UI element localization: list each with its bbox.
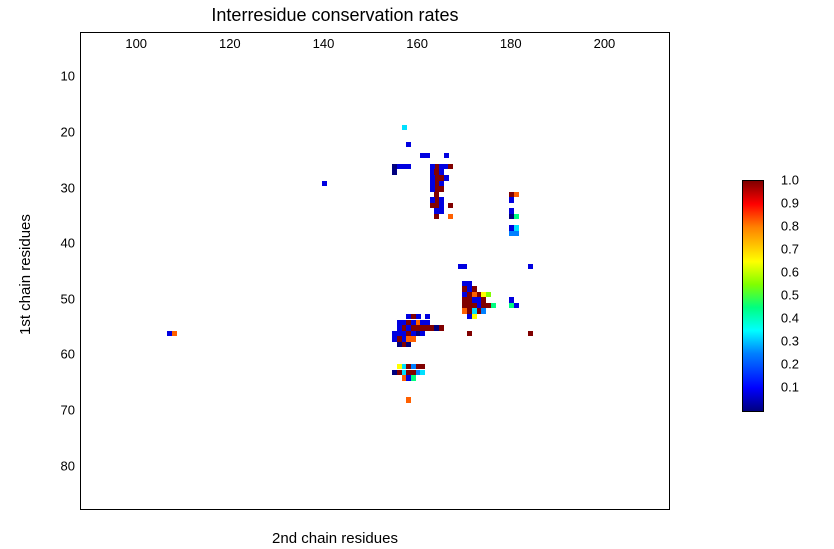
x-tick: 180 <box>500 36 522 51</box>
heatmap-cell <box>444 175 449 181</box>
heatmap-cell <box>406 342 411 348</box>
heatmap-cell <box>411 375 416 381</box>
colorbar-tick: 0.9 <box>781 196 799 211</box>
y-axis-label: 1st chain residues <box>18 0 33 549</box>
plot-area <box>80 32 670 510</box>
heatmap-cell <box>481 308 486 314</box>
heatmap-cell <box>462 264 467 270</box>
heatmap-cell <box>528 331 533 337</box>
heatmap-cell <box>425 153 430 159</box>
y-tick: 30 <box>55 180 75 195</box>
heatmap-cell <box>420 370 425 376</box>
heatmap-chart: Interresidue conservation rates 1st chai… <box>0 0 834 549</box>
heatmap-cell <box>448 203 453 209</box>
heatmap-cell <box>439 208 444 214</box>
heatmap-cell <box>406 142 411 148</box>
heatmap-cell <box>467 331 472 337</box>
colorbar-tick: 0.1 <box>781 380 799 395</box>
heatmap-cell <box>406 164 411 170</box>
y-tick: 10 <box>55 69 75 84</box>
y-tick: 40 <box>55 236 75 251</box>
heatmap-cell <box>430 186 435 192</box>
chart-title: Interresidue conservation rates <box>0 5 670 26</box>
y-tick: 50 <box>55 291 75 306</box>
colorbar-tick: 1.0 <box>781 173 799 188</box>
colorbar-tick: 0.3 <box>781 334 799 349</box>
heatmap-cell <box>491 303 496 309</box>
heatmap-cell <box>509 197 514 203</box>
x-tick: 200 <box>594 36 616 51</box>
colorbar-tick: 0.7 <box>781 242 799 257</box>
heatmap-cell <box>172 331 177 337</box>
heatmap-cell <box>514 214 519 220</box>
heatmap-cell <box>448 214 453 220</box>
y-tick: 60 <box>55 347 75 362</box>
heatmap-cell <box>514 231 519 237</box>
heatmap-cell <box>472 314 477 320</box>
heatmap-cell <box>420 331 425 337</box>
x-tick: 160 <box>406 36 428 51</box>
heatmap-cell <box>439 186 444 192</box>
x-tick: 100 <box>125 36 147 51</box>
heatmap-cell <box>528 264 533 270</box>
heatmap-cell <box>392 370 397 376</box>
colorbar-tick: 0.4 <box>781 311 799 326</box>
colorbar-tick: 0.8 <box>781 219 799 234</box>
colorbar <box>742 180 764 412</box>
heatmap-cell <box>406 397 411 403</box>
x-axis-label: 2nd chain residues <box>0 530 670 547</box>
heatmap-cell <box>430 203 435 209</box>
heatmap-cell <box>411 336 416 342</box>
heatmap-cell <box>514 192 519 198</box>
heatmap-cell <box>322 181 327 187</box>
colorbar-tick: 0.2 <box>781 357 799 372</box>
heatmap-cell <box>392 331 397 337</box>
y-tick: 80 <box>55 458 75 473</box>
heatmap-cell <box>448 164 453 170</box>
colorbar-tick: 0.5 <box>781 288 799 303</box>
x-tick: 140 <box>313 36 335 51</box>
heatmap-cell <box>392 169 397 175</box>
heatmap-cell <box>434 214 439 220</box>
heatmap-cell <box>514 303 519 309</box>
y-tick: 20 <box>55 125 75 140</box>
heatmap-cell <box>392 336 397 342</box>
heatmap-cell <box>430 164 435 170</box>
heatmap-cell <box>439 325 444 331</box>
heatmap-cell <box>486 292 491 298</box>
y-tick: 70 <box>55 402 75 417</box>
x-tick: 120 <box>219 36 241 51</box>
heatmap-cell <box>402 125 407 131</box>
heatmap-cell <box>444 153 449 159</box>
colorbar-tick: 0.6 <box>781 265 799 280</box>
